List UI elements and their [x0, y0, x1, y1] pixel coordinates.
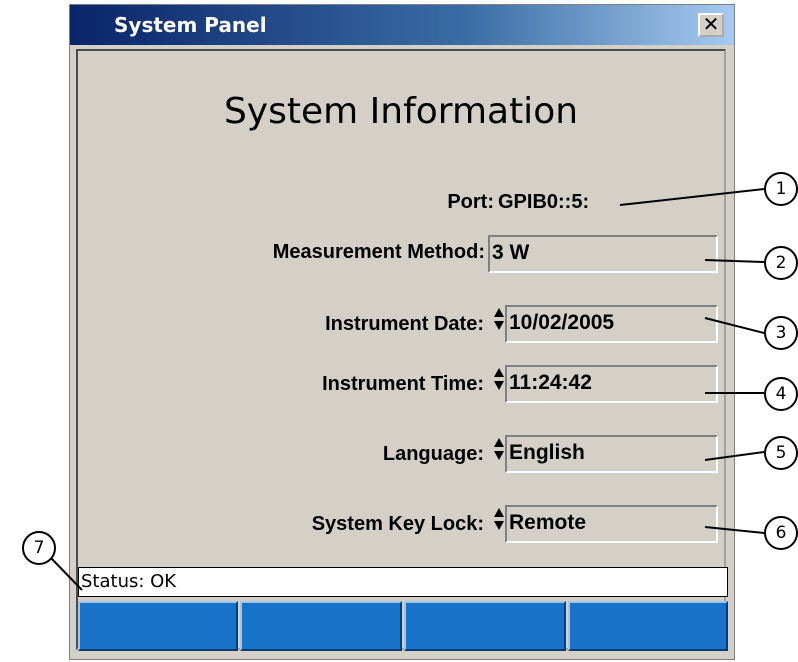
- callout-4: 4: [764, 377, 798, 411]
- callout-1: 1: [764, 172, 798, 206]
- callout-2: 2: [764, 246, 798, 280]
- callout-3: 3: [764, 316, 798, 350]
- callout-5: 5: [764, 436, 798, 470]
- callout-7: 7: [22, 531, 56, 565]
- callout-lines: [49, 188, 765, 591]
- callout-6: 6: [764, 516, 798, 550]
